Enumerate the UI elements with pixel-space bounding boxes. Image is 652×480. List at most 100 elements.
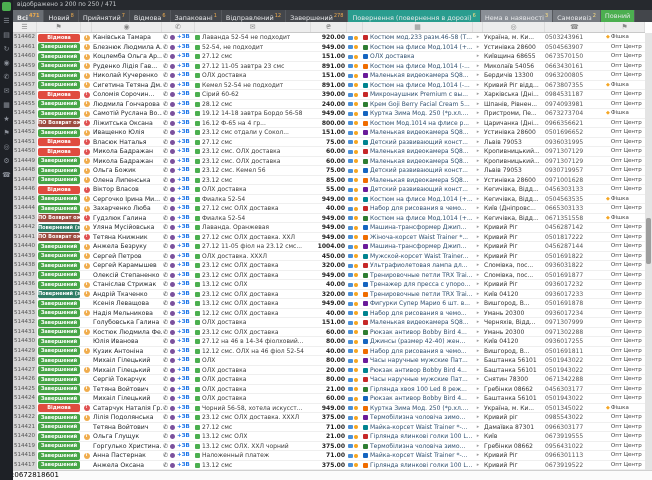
call-icon[interactable]: ✆ [163, 366, 168, 375]
table-row[interactable]: 514451 Відмова ! Власюк Наталья ✆ +ЗВ 27… [13, 138, 645, 148]
callback-badge[interactable]: +ЗВ [177, 394, 190, 404]
phone-icon[interactable]: ☎ [2, 171, 11, 179]
viber-icon[interactable] [170, 83, 175, 88]
viber-icon[interactable] [170, 187, 175, 192]
call-icon[interactable]: ✆ [163, 280, 168, 289]
call-icon[interactable]: ✆ [163, 233, 168, 242]
table-row[interactable]: 514460 Завершений i Коцлемба Ольга Ар...… [13, 52, 645, 62]
viber-icon[interactable] [170, 244, 175, 249]
call-icon[interactable]: ✆ [163, 271, 168, 280]
call-icon[interactable]: ✆ [163, 176, 168, 185]
viber-icon[interactable] [170, 425, 175, 430]
table-row[interactable]: 514437 Завершений Олексій Степаненко ✆ +… [13, 271, 645, 281]
callback-badge[interactable]: +ЗВ [177, 233, 190, 243]
col-client-header[interactable]: ◉ [92, 22, 162, 32]
viber-icon[interactable] [170, 396, 175, 401]
call-icon[interactable]: ✆ [163, 461, 168, 470]
call-icon[interactable]: ✆ [163, 223, 168, 232]
call-icon[interactable]: ✆ [163, 185, 168, 194]
col-qty-header[interactable] [473, 22, 483, 32]
table-row[interactable]: 514425 Завершений i Тетяна Войтович ✆ +З… [13, 385, 645, 395]
settings-icon[interactable]: ⚙ [3, 157, 9, 165]
call-icon[interactable]: ✆ [163, 100, 168, 109]
table-row[interactable]: 514461 Завершений i Блезнюк Людмила А...… [13, 43, 645, 53]
scrollbar-thumb[interactable] [646, 218, 651, 264]
callback-badge[interactable]: +ЗВ [177, 176, 190, 186]
viber-icon[interactable] [170, 453, 175, 458]
table-row[interactable]: 514457 Завершений i Сигетина Тетяна Дм..… [13, 81, 645, 91]
callback-badge[interactable]: +ЗВ [177, 43, 190, 53]
viber-icon[interactable] [170, 121, 175, 126]
viber-icon[interactable] [170, 235, 175, 240]
callback-badge[interactable]: +ЗВ [177, 81, 190, 91]
call-icon[interactable]: ✆ [163, 147, 168, 156]
viber-icon[interactable] [170, 130, 175, 135]
viber-icon[interactable] [170, 168, 175, 173]
call-icon[interactable]: ✆ [163, 157, 168, 166]
viber-icon[interactable] [170, 358, 175, 363]
callback-badge[interactable]: +ЗВ [177, 242, 190, 252]
callback-badge[interactable]: +ЗВ [177, 62, 190, 72]
callback-badge[interactable]: +ЗВ [177, 404, 190, 414]
call-icon[interactable]: ✆ [163, 337, 168, 346]
call-icon[interactable]: ✆ [163, 109, 168, 118]
callback-badge[interactable]: +ЗВ [177, 375, 190, 385]
callback-badge[interactable]: +ЗВ [177, 252, 190, 262]
callback-badge[interactable]: +ЗВ [177, 280, 190, 290]
table-row[interactable]: 514434 Завершений Ксенія Леващова ✆ +ЗВ … [13, 299, 645, 309]
table-row[interactable]: 514432 Завершений Голубовська Галина В..… [13, 318, 645, 328]
callback-badge[interactable]: +ЗВ [177, 356, 190, 366]
callback-badge[interactable]: +ЗВ [177, 309, 190, 319]
viber-icon[interactable] [170, 282, 175, 287]
table-row[interactable]: 514441 ПО Возврат ож. ! Тетяна Книжник ✆… [13, 233, 645, 243]
call-icon[interactable]: ✆ [163, 394, 168, 403]
callback-badge[interactable]: +ЗВ [177, 318, 190, 328]
callback-badge[interactable]: +ЗВ [177, 147, 190, 157]
table-row[interactable]: 514423 Відмова ! Сатарчук Наталія Гр... … [13, 404, 645, 414]
viber-icon[interactable] [170, 159, 175, 164]
table-row[interactable]: 514431 Завершений i Костюк Людмила Фе...… [13, 328, 645, 338]
callback-badge[interactable]: +ЗВ [177, 347, 190, 357]
viber-icon[interactable] [170, 35, 175, 40]
call-icon[interactable]: ✆ [163, 318, 168, 327]
status-tab[interactable]: Прийнятий7 [79, 10, 130, 22]
callback-badge[interactable]: +ЗВ [177, 138, 190, 148]
col-price-header[interactable]: ₴ [311, 22, 347, 32]
call-icon[interactable]: ✆ [163, 328, 168, 337]
callback-badge[interactable]: +ЗВ [177, 423, 190, 433]
table-row[interactable]: 514438 Завершений i Сергей Карамышев ✆ +… [13, 261, 645, 271]
viber-icon[interactable] [170, 54, 175, 59]
viber-icon[interactable] [170, 320, 175, 325]
table-row[interactable]: 514443 ПО Возврат ож. ! Гудзлюк Галина ✆… [13, 214, 645, 224]
callback-badge[interactable]: +ЗВ [177, 261, 190, 271]
call-icon[interactable]: ✆ [163, 385, 168, 394]
col-region-header[interactable]: ◎ [483, 22, 545, 32]
table-row[interactable]: 514421 Завершений Тетяна Войтович ✆ +ЗВ … [13, 423, 645, 433]
table-row[interactable]: 514433 Завершений i Надія Мельникова ✆ +… [13, 309, 645, 319]
table-row[interactable]: 514440 Завершений i Анжела Безруку ✆ +ЗВ… [13, 242, 645, 252]
status-tab[interactable]: Всі471 [13, 10, 44, 22]
table-row[interactable]: 514417 Завершений Анжела Оксана ✆ +ЗВ 13… [13, 461, 645, 471]
table-row[interactable]: 514428 Завершений Михаіл Гілецький ✆ +ЗВ… [13, 356, 645, 366]
refresh-icon[interactable]: ↻ [4, 45, 10, 53]
callback-badge[interactable]: +ЗВ [177, 328, 190, 338]
table-row[interactable]: 514452 Завершений i Иващенко Юлія ✆ +ЗВ … [13, 128, 645, 138]
table-row[interactable]: 514424 Завершений Михаіл Гілецький ✆ +ЗВ… [13, 394, 645, 404]
table-row[interactable]: 514439 Завершений i Сергей Петров ✆ +ЗВ … [13, 252, 645, 262]
callback-badge[interactable]: +ЗВ [177, 442, 190, 452]
viber-icon[interactable] [170, 73, 175, 78]
table-row[interactable]: 514420 Завершений i Ольга Глущук ✆ +ЗВ 1… [13, 432, 645, 442]
viber-icon[interactable] [170, 140, 175, 145]
viber-icon[interactable] [170, 149, 175, 154]
status-tab[interactable]: Повернення (повернення в дорозі)6 [348, 10, 480, 22]
callback-badge[interactable]: +ЗВ [177, 366, 190, 376]
viber-icon[interactable] [170, 45, 175, 50]
table-row[interactable]: 514445 Завершений i Сергочко Ірина Ми...… [13, 195, 645, 205]
callback-badge[interactable]: +ЗВ [177, 204, 190, 214]
viber-icon[interactable] [170, 301, 175, 306]
call-icon[interactable]: ✆ [163, 261, 168, 270]
callback-badge[interactable]: +ЗВ [177, 33, 190, 43]
products-icon[interactable]: ▦ [3, 101, 10, 109]
viber-icon[interactable] [170, 178, 175, 183]
table-row[interactable]: 514454 Завершений i Самотій Руслана Во..… [13, 109, 645, 119]
